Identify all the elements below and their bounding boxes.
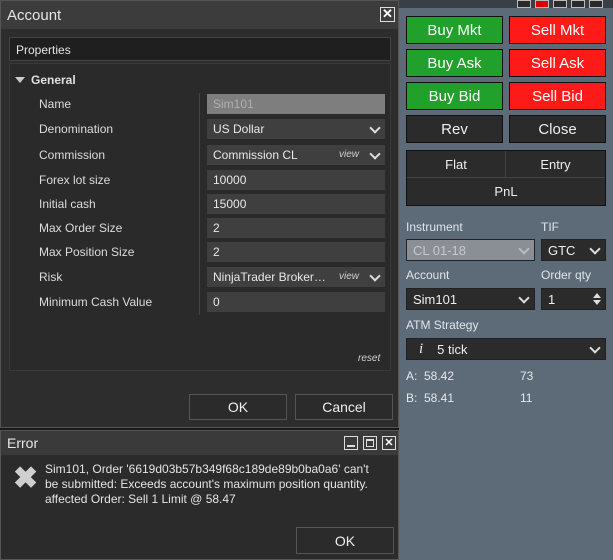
properties-title: Properties: [16, 43, 71, 57]
tif-label: TIF: [541, 220, 559, 234]
error-title: Error: [7, 435, 39, 451]
tif-value: GTC: [548, 242, 576, 258]
collapse-triangle-icon[interactable]: [15, 77, 25, 83]
reverse-button[interactable]: Rev: [406, 115, 503, 143]
decrement-icon[interactable]: [593, 300, 601, 305]
sell-bid-button[interactable]: Sell Bid: [509, 82, 606, 110]
sell-mkt-button[interactable]: Sell Mkt: [509, 16, 606, 44]
tif-select[interactable]: GTC: [541, 239, 606, 261]
ask-label: A:: [406, 369, 418, 383]
max-order-size-label: Max Order Size: [39, 221, 123, 235]
denomination-value: US Dollar: [213, 122, 265, 136]
forex-lot-size-field[interactable]: 10000: [207, 170, 385, 190]
atm-strategy-select[interactable]: i 5 tick: [406, 338, 606, 360]
name-field: Sim101: [207, 94, 385, 114]
bid-size: 11: [520, 391, 533, 405]
ok-button[interactable]: OK: [189, 394, 287, 420]
chevron-down-icon: [369, 270, 381, 282]
order-qty-value: 1: [548, 291, 556, 307]
max-order-size-field[interactable]: 2: [207, 218, 385, 238]
dialog-title: Account: [7, 7, 62, 24]
increment-icon[interactable]: [593, 293, 601, 298]
panel-title-strip: [399, 0, 613, 8]
cancel-button[interactable]: Cancel: [295, 394, 393, 420]
chevron-down-icon: [589, 342, 601, 354]
column-divider[interactable]: [199, 93, 200, 315]
account-value: Sim101: [413, 291, 458, 307]
risk-label: Risk: [39, 270, 63, 284]
buy-mkt-button[interactable]: Buy Mkt: [406, 16, 503, 44]
position-display: Flat Entry PnL: [406, 150, 606, 206]
denomination-select[interactable]: US Dollar: [207, 119, 385, 139]
maximize-icon[interactable]: [363, 436, 377, 450]
panel-control-icon[interactable]: [517, 0, 531, 8]
commission-value: Commission CL: [213, 148, 298, 162]
error-dialog: Error ✕ ✖ Sim101, Order '6619d03b57b349f…: [0, 430, 399, 560]
name-label: Name: [39, 97, 72, 111]
chevron-down-icon: [589, 243, 601, 255]
properties-header: Properties: [9, 37, 391, 61]
pnl-display: PnL: [494, 184, 518, 199]
chevron-down-icon: [518, 292, 530, 304]
max-position-size-label: Max Position Size: [39, 245, 135, 259]
info-icon[interactable]: i: [419, 341, 423, 358]
flat-status: Flat: [407, 151, 506, 178]
buy-ask-button[interactable]: Buy Ask: [406, 49, 503, 77]
maximize-icon[interactable]: [571, 0, 585, 8]
minimize-icon[interactable]: [344, 436, 358, 450]
buy-bid-button[interactable]: Buy Bid: [406, 82, 503, 110]
close-position-button[interactable]: Close: [509, 115, 606, 143]
instrument-value: CL 01-18: [413, 242, 466, 258]
error-ok-button[interactable]: OK: [296, 527, 394, 554]
order-qty-stepper[interactable]: 1: [541, 288, 606, 310]
minimum-cash-value-field[interactable]: 0: [207, 292, 385, 312]
atm-strategy-label: ATM Strategy: [406, 318, 479, 332]
entry-price: Entry: [506, 151, 605, 178]
max-position-size-field[interactable]: 2: [207, 242, 385, 262]
close-icon[interactable]: ✕: [380, 7, 395, 22]
initial-cash-field[interactable]: 15000: [207, 194, 385, 214]
risk-view-link[interactable]: view: [339, 271, 359, 282]
instrument-label: Instrument: [406, 220, 463, 234]
commission-select[interactable]: Commission CL view: [207, 145, 385, 165]
close-icon[interactable]: [589, 0, 603, 8]
chevron-down-icon: [369, 148, 381, 160]
atm-strategy-value: 5 tick: [437, 341, 468, 357]
reset-link[interactable]: reset: [358, 353, 380, 364]
error-message: Sim101, Order '6619d03b57b349f68c189de89…: [45, 462, 369, 506]
denomination-label: Denomination: [39, 122, 114, 136]
group-label: General: [31, 73, 76, 87]
chevron-down-icon: [369, 122, 381, 134]
error-title-bar[interactable]: Error ✕: [1, 431, 398, 455]
minimum-cash-value-label: Minimum Cash Value: [39, 295, 153, 309]
risk-select[interactable]: NinjaTrader Broker… view: [207, 267, 385, 287]
bid-price: 58.41: [424, 391, 455, 405]
bid-label: B:: [406, 391, 418, 405]
forex-lot-size-label: Forex lot size: [39, 173, 111, 187]
error-icon: ✖: [13, 462, 39, 495]
account-label: Account: [406, 268, 450, 282]
sell-ask-button[interactable]: Sell Ask: [509, 49, 606, 77]
ask-size: 73: [520, 369, 534, 383]
dialog-title-bar[interactable]: Account ✕: [1, 1, 398, 29]
minimize-icon[interactable]: [553, 0, 567, 8]
commission-view-link[interactable]: view: [339, 149, 359, 160]
order-qty-label: Order qty: [541, 268, 592, 282]
account-dialog: Account ✕ Properties General Name Sim101…: [0, 0, 399, 428]
commission-label: Commission: [39, 148, 106, 162]
ask-price: 58.42: [424, 369, 455, 383]
group-general[interactable]: General: [9, 73, 76, 87]
account-select[interactable]: Sim101: [406, 288, 535, 310]
close-icon[interactable]: ✕: [382, 436, 396, 450]
chevron-down-icon: [518, 243, 530, 255]
instrument-select[interactable]: CL 01-18: [406, 239, 535, 261]
initial-cash-label: Initial cash: [39, 197, 96, 211]
panel-color-icon[interactable]: [535, 0, 549, 8]
risk-value: NinjaTrader Broker…: [213, 270, 326, 284]
